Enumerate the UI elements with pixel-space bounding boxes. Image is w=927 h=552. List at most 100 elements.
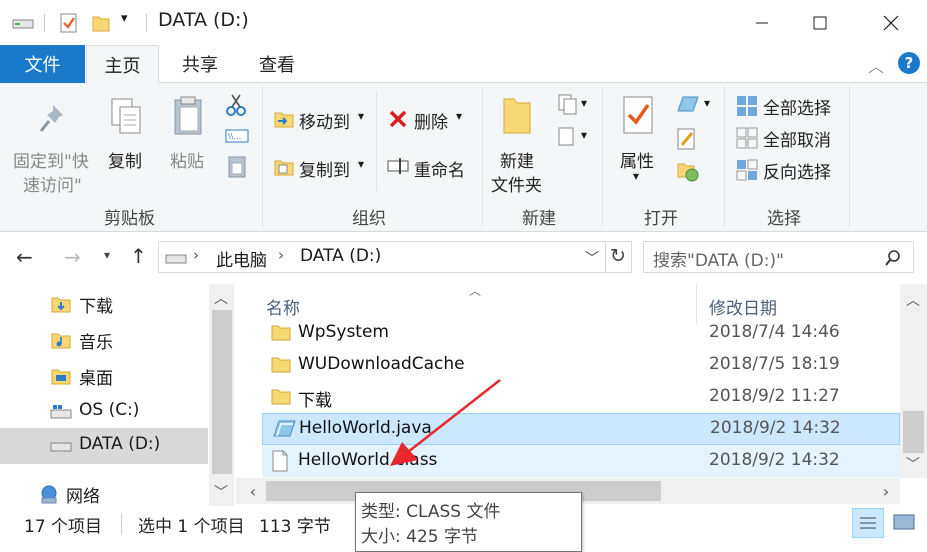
- select-all-button[interactable]: 全部选择: [763, 94, 831, 119]
- drive-icon: [165, 254, 187, 264]
- easy-access-icon[interactable]: [556, 125, 580, 147]
- nav-item-desktop[interactable]: 桌面: [0, 358, 208, 394]
- scroll-left-icon[interactable]: ‹: [243, 481, 263, 501]
- desktop-folder-icon: [51, 369, 71, 385]
- nav-item-os-c[interactable]: OS (C:): [0, 394, 208, 430]
- svg-text:\\…: \\…: [228, 132, 241, 141]
- forward-arrow-icon[interactable]: →: [64, 245, 81, 269]
- status-item-count: 17 个项目: [24, 517, 103, 537]
- new-item-icon[interactable]: [556, 93, 580, 115]
- scroll-up-icon[interactable]: ︿: [903, 290, 923, 310]
- paste-icon: [174, 96, 202, 135]
- help-icon[interactable]: ?: [898, 52, 920, 74]
- qat-dropdown-icon[interactable]: ▾: [121, 11, 128, 26]
- easy-access-dropdown-icon[interactable]: ▾: [581, 128, 587, 142]
- nav-scroll-thumb[interactable]: [212, 310, 232, 474]
- details-view-button[interactable]: [852, 508, 884, 538]
- delete-icon: [389, 110, 407, 128]
- column-header-name[interactable]: 名称: [266, 294, 300, 319]
- move-to-dropdown-icon[interactable]: ▾: [358, 109, 364, 123]
- maximize-icon: [813, 16, 827, 29]
- copy-to-dropdown-icon[interactable]: ▾: [358, 157, 364, 171]
- copy-path-icon[interactable]: \\…: [225, 128, 249, 144]
- address-dropdown-icon[interactable]: ﹀: [585, 248, 599, 268]
- list-vertical-scrollbar[interactable]: ︿ ﹀: [900, 284, 927, 478]
- status-selected-size: 113 字节: [259, 517, 331, 537]
- delete-dropdown-icon[interactable]: ▾: [456, 109, 462, 123]
- folder-icon: [271, 389, 291, 405]
- new-folder-qat-icon[interactable]: [91, 12, 111, 34]
- breadcrumb-chevron-icon[interactable]: ›: [278, 246, 284, 264]
- folder-icon: [271, 325, 291, 341]
- nav-item-downloads[interactable]: 下载: [0, 286, 208, 322]
- scroll-up-icon[interactable]: ︿: [211, 288, 231, 308]
- properties-dropdown-icon[interactable]: ▾: [633, 169, 639, 183]
- edit-icon[interactable]: [676, 127, 698, 151]
- maximize-button[interactable]: [791, 0, 849, 45]
- new-folder-button[interactable]: 新建: [500, 147, 534, 172]
- move-to-button[interactable]: 移动到: [299, 108, 350, 133]
- annotation-arrow: [390, 379, 501, 466]
- refresh-icon[interactable]: ↻: [610, 245, 626, 267]
- file-row-helloworld-java[interactable]: HelloWorld.java 2018/9/2 14:32: [262, 413, 900, 445]
- back-arrow-icon[interactable]: ←: [16, 245, 33, 269]
- copy-button[interactable]: 复制: [108, 147, 142, 172]
- file-icon: [272, 450, 288, 472]
- rename-button[interactable]: 重命名: [414, 156, 465, 181]
- tab-home[interactable]: 主页: [86, 45, 159, 84]
- pin-quick-access-button[interactable]: 固定到"快: [13, 147, 89, 172]
- cut-icon[interactable]: [225, 93, 247, 117]
- open-dropdown-icon[interactable]: ▾: [704, 96, 710, 110]
- copy-to-button[interactable]: 复制到: [299, 156, 350, 181]
- collapse-ribbon-icon[interactable]: ︿: [868, 53, 884, 77]
- minimize-button[interactable]: [733, 0, 791, 45]
- search-input[interactable]: 搜索"DATA (D:)": [643, 241, 914, 273]
- file-info-tooltip: 类型: CLASS 文件 大小: 425 字节: [355, 492, 582, 552]
- copy-icon: [111, 98, 141, 134]
- select-all-icon: [737, 96, 757, 116]
- tab-view[interactable]: 查看: [240, 45, 314, 83]
- file-row-wpsystem[interactable]: WpSystem 2018/7/4 14:46: [262, 317, 900, 349]
- nav-item-network[interactable]: 网络: [0, 476, 208, 512]
- column-header-date[interactable]: 修改日期: [709, 294, 777, 319]
- scroll-down-icon[interactable]: ﹀: [903, 454, 923, 474]
- group-label-open: 打开: [644, 209, 678, 229]
- file-row-wudownloadcache[interactable]: WUDownloadCache 2018/7/5 18:19: [262, 349, 900, 381]
- breadcrumb-data-drive[interactable]: DATA (D:): [300, 246, 381, 266]
- properties-qat-icon[interactable]: [59, 12, 79, 34]
- scroll-down-icon[interactable]: ﹀: [211, 482, 231, 502]
- file-row-downloads[interactable]: 下载 2018/9/2 11:27: [262, 381, 900, 413]
- search-icon[interactable]: [884, 249, 902, 267]
- nav-item-music[interactable]: 音乐: [0, 322, 208, 358]
- folder-icon: [271, 357, 291, 373]
- list-scroll-thumb[interactable]: [903, 411, 924, 453]
- tooltip-size: 大小: 425 字节: [361, 527, 478, 547]
- search-placeholder: 搜索"DATA (D:)": [653, 251, 784, 271]
- close-button[interactable]: [862, 0, 920, 45]
- up-arrow-icon[interactable]: ↑: [130, 244, 147, 268]
- java-file-icon: [273, 420, 296, 437]
- paste-shortcut-icon[interactable]: [227, 155, 247, 179]
- select-none-button[interactable]: 全部取消: [763, 126, 831, 151]
- pin-icon: [39, 105, 63, 132]
- tab-share[interactable]: 共享: [160, 45, 240, 83]
- breadcrumb-chevron-icon[interactable]: ›: [193, 246, 199, 264]
- history-icon[interactable]: [676, 159, 700, 183]
- nav-item-data-d[interactable]: DATA (D:): [0, 428, 208, 464]
- delete-button[interactable]: 删除: [414, 108, 448, 133]
- open-icon[interactable]: [674, 93, 702, 115]
- paste-button[interactable]: 粘贴: [170, 147, 204, 172]
- breadcrumb-this-pc[interactable]: 此电脑: [216, 246, 267, 271]
- tab-file[interactable]: 文件: [0, 45, 85, 83]
- windows-drive-icon: [50, 405, 72, 419]
- recent-locations-icon[interactable]: ▾: [104, 248, 110, 262]
- invert-selection-button[interactable]: 反向选择: [763, 158, 831, 183]
- scroll-right-icon[interactable]: ›: [876, 481, 896, 501]
- large-icons-view-icon: [893, 514, 915, 530]
- address-bar[interactable]: › 此电脑 › DATA (D:) ﹀ ↻: [158, 241, 632, 273]
- large-icons-view-button[interactable]: [888, 508, 920, 538]
- new-item-dropdown-icon[interactable]: ▾: [581, 96, 587, 110]
- select-none-icon: [736, 127, 758, 149]
- nav-scrollbar[interactable]: ︿ ﹀: [209, 284, 234, 506]
- file-row-helloworld-class[interactable]: HelloWorld.class 2018/9/2 14:32: [262, 445, 900, 477]
